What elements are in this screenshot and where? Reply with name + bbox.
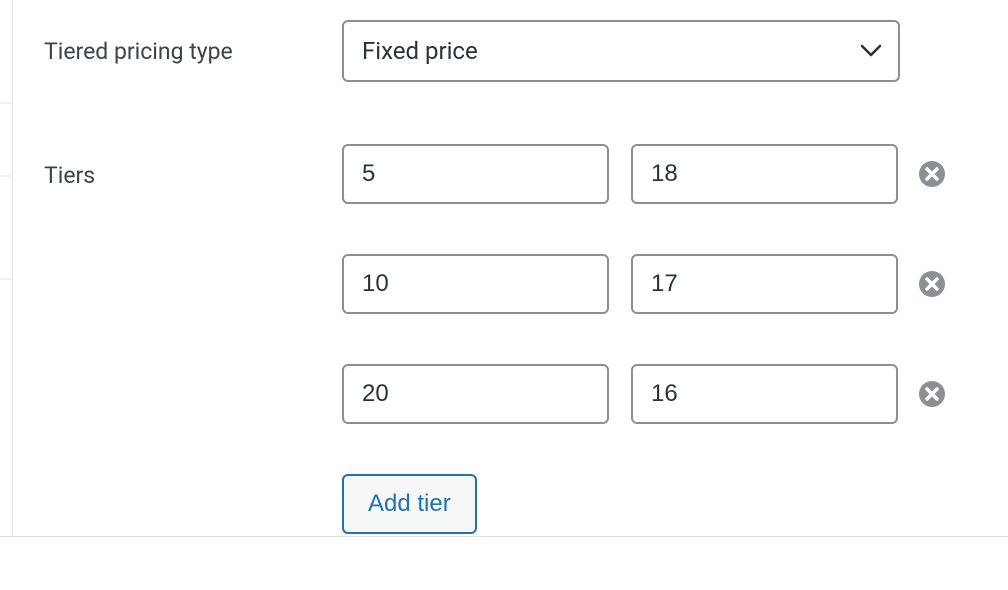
tier-row [342,364,1008,424]
pricing-type-label: Tiered pricing type [44,20,342,65]
pricing-type-select[interactable]: Fixed price [342,20,900,82]
chevron-down-icon [860,40,882,62]
tier-quantity-input[interactable] [342,144,609,204]
remove-tier-button[interactable] [918,270,946,298]
sidebar-tick [0,102,12,104]
panel-border [12,0,13,536]
remove-icon [918,380,946,408]
tier-price-input[interactable] [631,144,898,204]
add-tier-button[interactable]: Add tier [342,474,477,534]
tier-quantity-input[interactable] [342,364,609,424]
tier-price-input[interactable] [631,254,898,314]
tier-quantity-input[interactable] [342,254,609,314]
pricing-type-selected-value: Fixed price [362,37,478,65]
tier-row [342,254,1008,314]
remove-tier-button[interactable] [918,380,946,408]
panel-border-bottom [0,536,1008,537]
sidebar-tick [0,278,12,280]
tier-row [342,144,1008,204]
sidebar-tick [0,175,12,177]
remove-icon [918,270,946,298]
remove-icon [918,160,946,188]
remove-tier-button[interactable] [918,160,946,188]
tier-price-input[interactable] [631,364,898,424]
tiers-label: Tiers [44,144,342,189]
